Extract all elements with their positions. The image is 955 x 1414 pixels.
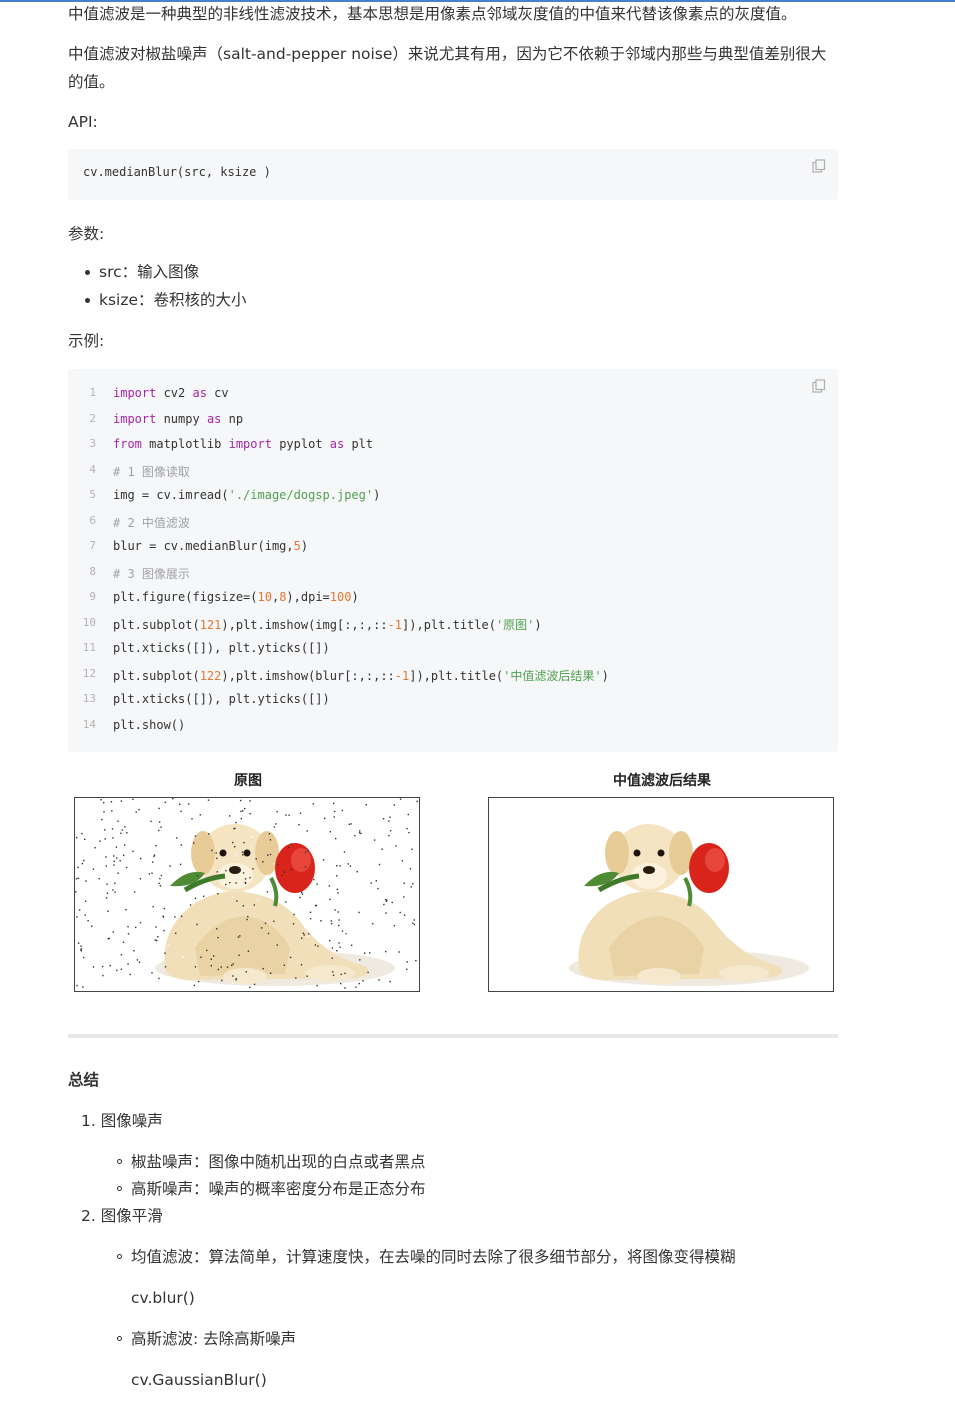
code-text: import numpy as np [113,411,244,426]
code-text: plt.xticks([]), plt.yticks([]) [113,692,330,706]
code-text: blur = cv.medianBlur(img,5) [113,539,309,553]
line-number: 4 [89,462,96,476]
params-list: src：输入图像 ksize：卷积核的大小 [68,258,247,314]
code-text: # 1 图像读取 [113,464,190,479]
code-text: plt.xticks([]), plt.yticks([]) [113,641,330,655]
line-number: 9 [89,590,96,603]
smoothing-item-gaussian: 高斯滤波: 去除高斯噪声 [116,1325,296,1353]
figure-original-title: 原图 [234,773,262,789]
code-text: # 3 图像展示 [113,566,190,581]
param-item-src: src：输入图像 [85,258,247,286]
line-number: 5 [89,488,96,501]
figure-filtered-title: 中值滤波后结果 [613,773,711,789]
mean-filter-function: cv.blur() [131,1289,195,1307]
line-number: 1 [89,386,96,399]
line-number: 13 [82,692,96,705]
code-text: from matplotlib import pyplot as plt [113,437,374,451]
line-number: 14 [82,717,96,731]
line-number: 10 [82,615,96,629]
copy-icon[interactable] [812,379,826,393]
param-item-ksize: ksize：卷积核的大小 [85,286,247,314]
dog-illustration [569,824,809,986]
smoothing-item-mean: 均值滤波：算法简单，计算速度快，在去噪的同时去除了很多细节部分，将图像变得模糊 [117,1243,736,1271]
params-label: 参数: [68,225,105,243]
api-label: API: [68,113,98,131]
line-number: 12 [82,666,96,680]
line-number: 6 [89,513,96,527]
line-number: 3 [89,437,96,450]
summary-heading: 总结 [68,1071,100,1089]
example-label: 示例: [68,332,105,350]
code-text: img = cv.imread('./image/dogsp.jpeg') [113,488,381,502]
line-number: 8 [89,564,96,578]
line-number: 11 [82,641,96,654]
copy-icon[interactable] [812,159,826,173]
code-text: # 2 中值滤波 [113,515,190,530]
line-number: 7 [89,539,96,552]
filtered-dog-image [488,797,834,992]
example-code-block[interactable]: 1 import cv2 as cv 2 import numpy as np 3 fro… [68,369,838,752]
code-text: plt.subplot(121),plt.imshow(img[:,:,::-1… [113,617,542,632]
noise-item-gaussian: 高斯噪声：噪声的概率密度分布是正态分布 [117,1175,426,1203]
intro-paragraph-1: 中值滤波是一种典型的非线性滤波技术，基本思想是用像素点邻域灰度值的中值来代替该像… [68,5,797,23]
intro-paragraph-2: 中值滤波对椒盐噪声（salt-and-pepper noise）来说尤其有用，因… [68,45,827,91]
line-number: 2 [89,411,96,425]
code-text: import cv2 as cv [113,386,229,400]
api-code-block[interactable]: cv.medianBlur(src, ksize ) [68,149,838,200]
code-text: plt.subplot(122),plt.imshow(blur[:,:,::-… [113,668,609,683]
summary-item-2: 2. 图像平滑 [81,1207,163,1225]
api-code-line: cv.medianBlur(src, ksize ) [83,165,271,179]
noisy-dog-image [74,797,420,992]
code-text: plt.show() [113,717,186,732]
noise-item-salt-pepper: 椒盐噪声：图像中随机出现的白点或者黑点 [117,1148,426,1176]
gaussian-filter-function: cv.GaussianBlur() [131,1371,267,1389]
code-text: plt.figure(figsize=(10,8),dpi=100) [113,590,359,604]
summary-item-1: 1. 图像噪声 [81,1112,163,1130]
section-divider [68,1034,838,1038]
